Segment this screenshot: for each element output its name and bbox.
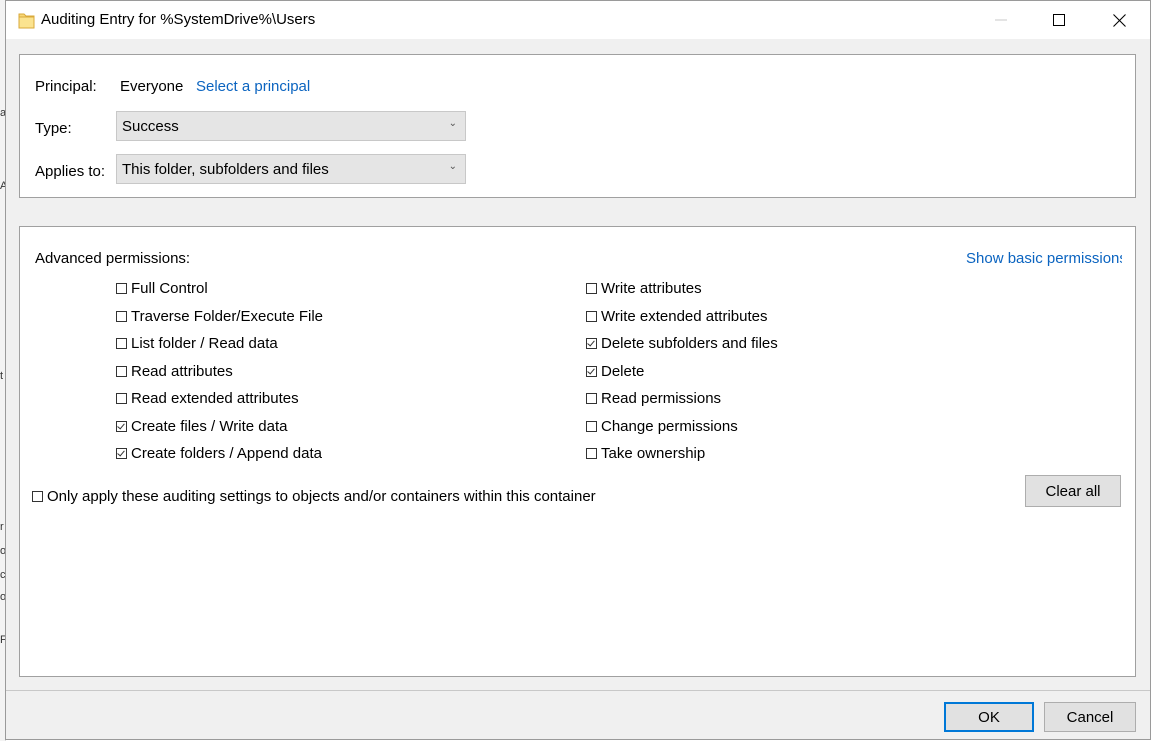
checkbox-label: Take ownership <box>601 445 706 462</box>
type-label: Type: <box>35 120 72 137</box>
advanced-permissions-heading: Advanced permissions: <box>35 250 191 267</box>
perm-delete-subfolders[interactable]: Delete subfolders and files <box>586 335 778 352</box>
chevron-down-icon: ⌄ <box>448 161 457 172</box>
show-basic-permissions-link[interactable]: Show basic permissions <box>966 250 1122 267</box>
perm-create-folders[interactable]: Create folders / Append data <box>116 445 322 462</box>
checkbox-checked[interactable] <box>116 421 127 432</box>
perm-list-folder[interactable]: List folder / Read data <box>116 335 278 352</box>
checkbox-label: Read attributes <box>131 363 233 380</box>
checkbox[interactable] <box>32 491 43 502</box>
checkbox-label: Create files / Write data <box>131 418 288 435</box>
applies-to-dropdown[interactable]: This folder, subfolders and files ⌄ <box>116 154 466 184</box>
checkbox-checked[interactable] <box>116 448 127 459</box>
perm-take-ownership[interactable]: Take ownership <box>586 445 705 462</box>
title-bar[interactable]: Auditing Entry for %SystemDrive%\Users <box>6 1 1150 39</box>
ok-button[interactable]: OK <box>944 702 1034 732</box>
checkbox[interactable] <box>586 448 597 459</box>
checkbox-label: Read extended attributes <box>131 390 299 407</box>
principal-panel: Principal: Everyone Select a principal T… <box>19 54 1136 198</box>
minimize-button[interactable] <box>972 1 1030 39</box>
background-text-fragment: r <box>0 521 4 533</box>
perm-change-permissions[interactable]: Change permissions <box>586 418 738 435</box>
auditing-entry-dialog: Auditing Entry for %SystemDrive%\Users P… <box>5 0 1151 740</box>
checkbox-checked[interactable] <box>586 338 597 349</box>
checkbox-label: Create folders / Append data <box>131 445 322 462</box>
applies-to-selected-value: This folder, subfolders and files <box>122 161 329 178</box>
perm-create-files[interactable]: Create files / Write data <box>116 418 287 435</box>
select-principal-link[interactable]: Select a principal <box>196 78 310 95</box>
footer-separator <box>6 690 1150 691</box>
minimize-icon <box>995 19 1007 21</box>
checkbox[interactable] <box>586 421 597 432</box>
window-title: Auditing Entry for %SystemDrive%\Users <box>41 11 316 28</box>
perm-read-permissions[interactable]: Read permissions <box>586 390 721 407</box>
background-text-fragment: t <box>0 370 4 382</box>
checkbox[interactable] <box>586 393 597 404</box>
checkbox-label: Delete <box>601 363 645 380</box>
checkbox[interactable] <box>116 311 127 322</box>
principal-value: Everyone <box>120 78 184 95</box>
type-dropdown[interactable]: Success ⌄ <box>116 111 466 141</box>
only-apply-container-checkbox[interactable]: Only apply these auditing settings to ob… <box>32 488 596 505</box>
cancel-button[interactable]: Cancel <box>1044 702 1136 732</box>
perm-full-control[interactable]: Full Control <box>116 280 208 297</box>
checkbox-label: Only apply these auditing settings to ob… <box>47 488 596 505</box>
perm-traverse-folder[interactable]: Traverse Folder/Execute File <box>116 308 323 325</box>
maximize-icon <box>1053 14 1065 26</box>
checkbox-label: Write extended attributes <box>601 308 768 325</box>
checkbox[interactable] <box>586 311 597 322</box>
advanced-permissions-panel: Advanced permissions: Show basic permiss… <box>19 226 1136 677</box>
checkbox-label: Traverse Folder/Execute File <box>131 308 324 325</box>
type-selected-value: Success <box>122 118 179 135</box>
maximize-button[interactable] <box>1030 1 1088 39</box>
clear-all-button[interactable]: Clear all <box>1025 475 1121 507</box>
close-icon <box>1112 13 1126 27</box>
perm-read-extended-attributes[interactable]: Read extended attributes <box>116 390 299 407</box>
folder-icon <box>18 11 35 29</box>
checkbox[interactable] <box>116 366 127 377</box>
checkbox[interactable] <box>116 283 127 294</box>
checkbox[interactable] <box>116 393 127 404</box>
perm-read-attributes[interactable]: Read attributes <box>116 363 233 380</box>
checkbox[interactable] <box>586 283 597 294</box>
applies-to-label: Applies to: <box>35 163 106 180</box>
checkbox-label: Full Control <box>131 280 208 297</box>
principal-label: Principal: <box>35 78 97 95</box>
checkbox-label: List folder / Read data <box>131 335 278 352</box>
perm-delete[interactable]: Delete <box>586 363 644 380</box>
show-basic-permissions-clip: Show basic permissions <box>966 250 1122 267</box>
perm-write-extended-attributes[interactable]: Write extended attributes <box>586 308 767 325</box>
checkbox-checked[interactable] <box>586 366 597 377</box>
checkbox-label: Change permissions <box>601 418 738 435</box>
close-button[interactable] <box>1090 1 1148 39</box>
checkbox-label: Read permissions <box>601 390 722 407</box>
perm-write-attributes[interactable]: Write attributes <box>586 280 702 297</box>
checkbox-label: Write attributes <box>601 280 702 297</box>
checkbox[interactable] <box>116 338 127 349</box>
checkbox-label: Delete subfolders and files <box>601 335 778 352</box>
chevron-down-icon: ⌄ <box>448 118 457 129</box>
